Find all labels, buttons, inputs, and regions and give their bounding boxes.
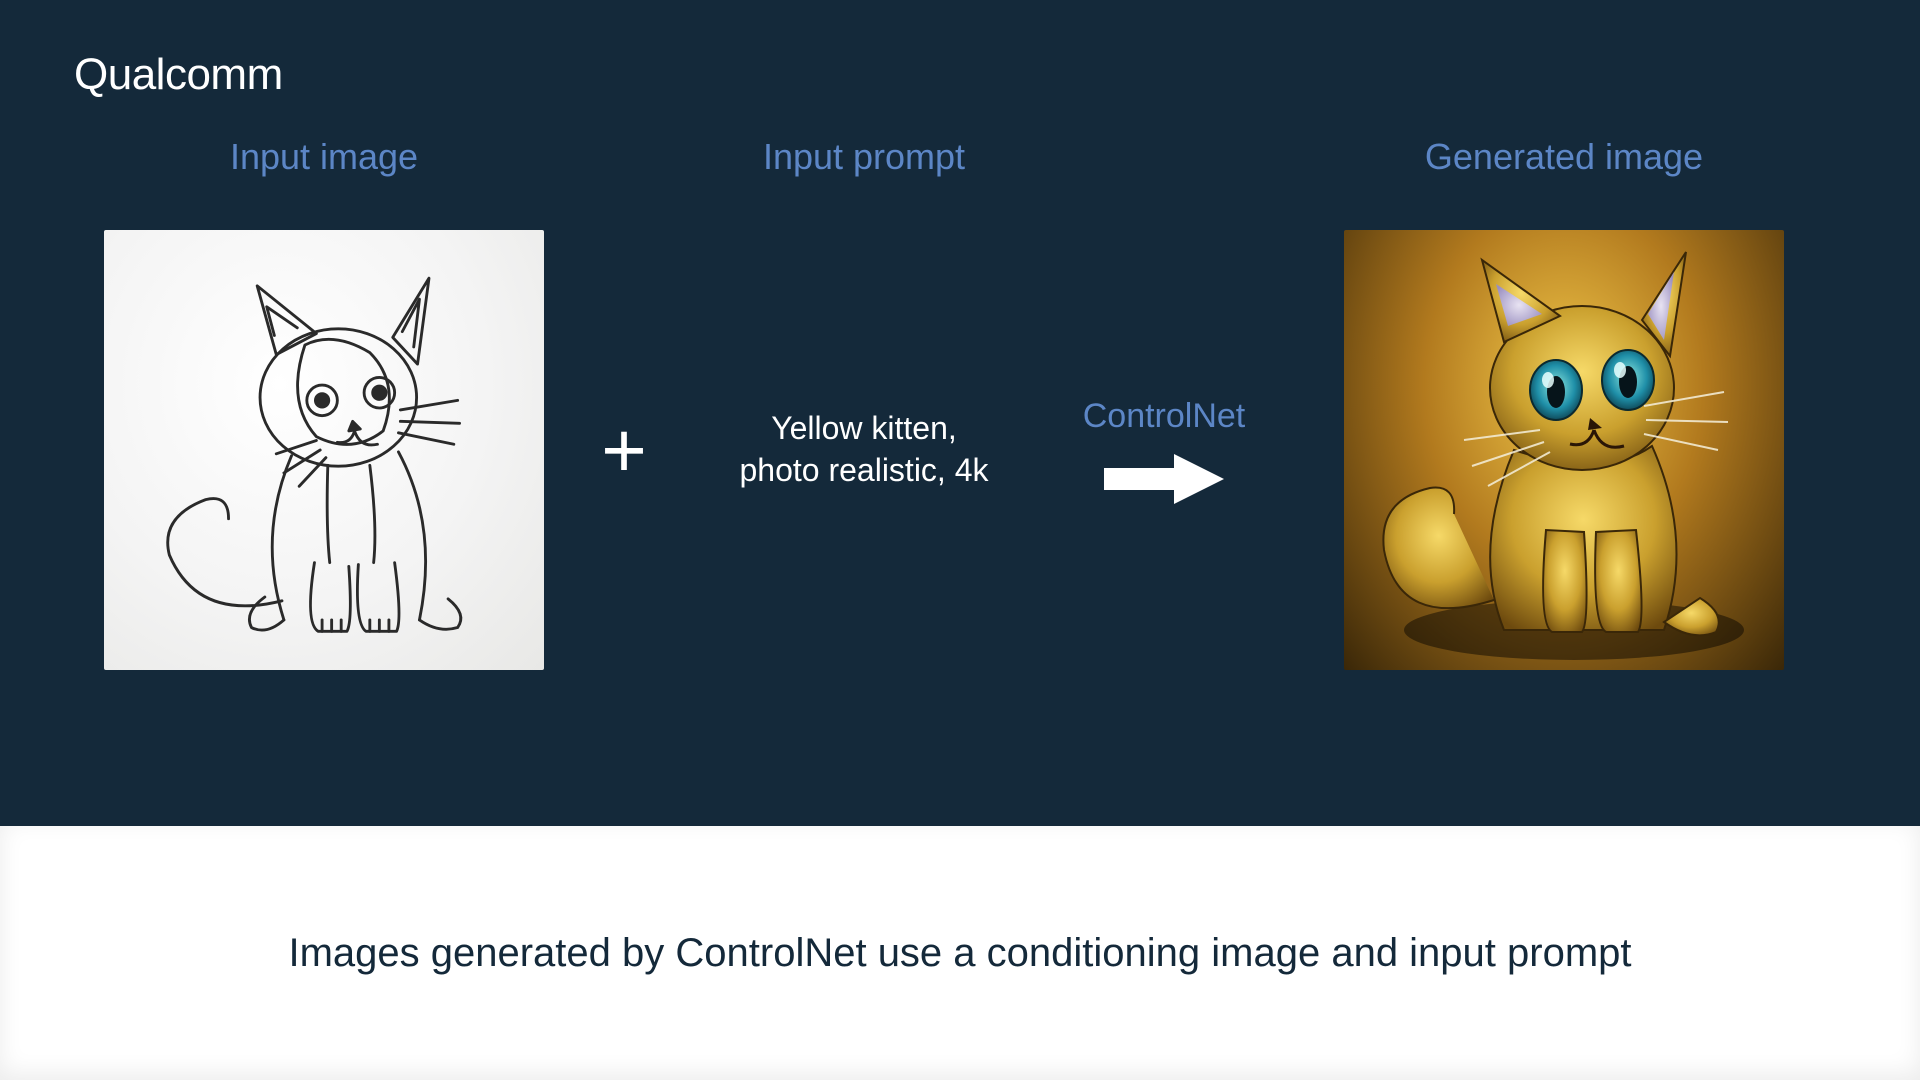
col-header-plus-spacer — [564, 136, 684, 178]
arrow-right-icon — [1104, 454, 1224, 504]
slide-caption-panel: Images generated by ControlNet use a con… — [0, 826, 1920, 1080]
col-header-prompt: Input prompt — [684, 136, 1044, 178]
slide-dark-panel: Qualcomm Input image Input prompt Genera… — [0, 0, 1920, 826]
slide-caption: Images generated by ControlNet use a con… — [288, 931, 1631, 976]
cat-render-icon — [1344, 230, 1784, 670]
col-header-arrow-spacer — [1044, 136, 1284, 178]
header-input-prompt: Input prompt — [763, 136, 965, 178]
plus-operator: + — [601, 405, 647, 496]
content-row: + Yellow kitten, photo realistic, 4k Con… — [74, 230, 1846, 670]
prompt-cell: Yellow kitten, photo realistic, 4k — [684, 408, 1044, 491]
cat-sketch-icon — [114, 240, 534, 660]
brand-text: Qualcomm — [74, 50, 283, 100]
col-header-input: Input image — [104, 136, 544, 178]
column-headers-row: Input image Input prompt Generated image — [74, 136, 1846, 178]
input-image-cell — [104, 230, 544, 670]
prompt-text: Yellow kitten, photo realistic, 4k — [739, 408, 988, 491]
plus-cell: + — [564, 405, 684, 496]
arrow-label: ControlNet — [1083, 397, 1246, 436]
input-image-box — [104, 230, 544, 670]
generated-cat-image — [1344, 230, 1784, 670]
header-input-image: Input image — [230, 136, 418, 178]
arrow-cell: ControlNet — [1044, 397, 1284, 504]
col-header-output: Generated image — [1344, 136, 1784, 178]
header-generated-image: Generated image — [1425, 136, 1703, 178]
brand-logo: Qualcomm — [74, 50, 1846, 100]
input-sketch-image — [104, 230, 544, 670]
output-image-cell — [1344, 230, 1784, 670]
generated-image-box — [1344, 230, 1784, 670]
